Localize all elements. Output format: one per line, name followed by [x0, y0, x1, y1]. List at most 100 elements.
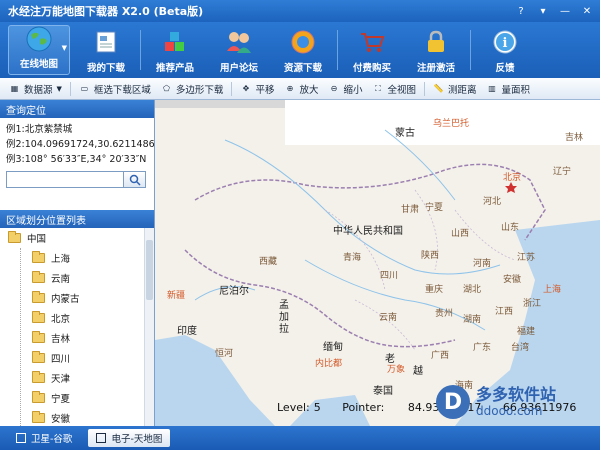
minimize-icon[interactable]: — [556, 3, 574, 19]
map-label-guangdong: 广东 [473, 343, 492, 353]
map-label-guangxi: 广西 [431, 351, 450, 361]
folder-icon [32, 271, 45, 283]
map-label-india: 印度 [177, 326, 197, 337]
svg-text:i: i [503, 36, 508, 51]
toolbar-online-map-button[interactable]: 在线地图 ▼ [8, 25, 70, 75]
toolbar-separator [140, 30, 141, 70]
tree-item[interactable]: 内蒙古 [0, 288, 154, 308]
tree-item-label: 内蒙古 [51, 294, 80, 305]
toolbar-separator [337, 30, 338, 70]
map-label-hunan: 湖南 [463, 315, 482, 325]
map-label-yunnan: 云南 [379, 313, 398, 323]
polygon-icon: ⬠ [162, 84, 170, 93]
info-icon: i [490, 27, 520, 57]
polygon-download-button[interactable]: ⬠ 多边形下载 [156, 79, 229, 99]
zoom-in-button[interactable]: ⊕ 放大 [279, 79, 323, 99]
query-panel-header: 查询定位 [0, 100, 154, 118]
full-view-icon: ⛶ [375, 83, 381, 93]
map-label-fujian: 福建 [517, 327, 536, 337]
tree-item[interactable]: 上海 [0, 248, 154, 268]
measure-area-button[interactable]: ▥ 量面积 [482, 79, 536, 99]
left-panel: 查询定位 例1:北京紫禁城 例2:104.09691724,30.6211486… [0, 100, 161, 426]
tab-label: 卫星-谷歌 [31, 434, 73, 445]
map-label-beijing: 北京 [503, 173, 522, 183]
map-canvas[interactable]: 蒙古 乌兰巴托 中华人民共和国 北京 辽宁 吉林 新疆 尼泊尔 印度 孟加拉 缅… [155, 100, 600, 426]
full-view-label: 全视图 [387, 84, 416, 96]
toolbar-feedback-button[interactable]: i 反馈 [473, 22, 537, 78]
map-label-zhejiang: 浙江 [523, 299, 542, 309]
folder-icon [32, 291, 45, 303]
measure-distance-label: 测距离 [448, 84, 477, 96]
chevron-down-icon[interactable]: ▼ [62, 44, 67, 52]
ie-globe-icon [288, 27, 318, 57]
pan-label: 平移 [255, 84, 275, 96]
map-label-henan: 河南 [473, 259, 492, 269]
map-label-hebei: 河北 [483, 197, 502, 207]
zoom-out-button[interactable]: ⊖ 缩小 [323, 79, 367, 99]
tab-satellite-google[interactable]: 卫星-谷歌 [8, 429, 80, 447]
map-label-gansu: 甘肃 [401, 205, 420, 215]
close-icon[interactable]: ✕ [578, 3, 596, 19]
pan-button[interactable]: ✥ 平移 [235, 79, 279, 99]
tree-item-china[interactable]: 中国 [0, 228, 154, 248]
toolbar-recommended-button[interactable]: 推荐产品 [143, 22, 207, 78]
location-search-input[interactable] [6, 171, 124, 188]
map-toolbar: ▦ 数据源 ▼ ▭ 框选下载区域 ⬠ 多边形下载 ✥ 平移 ⊕ 放大 ⊖ 缩小 … [0, 78, 600, 100]
query-example-1: 例1:北京紫禁城 [6, 124, 73, 135]
toolbar-separator [231, 81, 233, 96]
globe-icon [24, 25, 54, 53]
toolbar-purchase-button[interactable]: 付费购买 [340, 22, 404, 78]
tree-item[interactable]: 天津 [0, 368, 154, 388]
scrollbar-thumb[interactable] [146, 240, 153, 300]
measure-area-label: 量面积 [501, 84, 531, 96]
tree-item[interactable]: 云南 [0, 268, 154, 288]
toolbar-my-downloads-label: 我的下载 [86, 63, 125, 74]
help-icon[interactable]: ? [512, 3, 530, 19]
tab-label: 电子-天地图 [111, 434, 163, 445]
folder-icon [32, 311, 45, 323]
area-icon: ▥ [488, 84, 496, 93]
search-button[interactable] [124, 171, 146, 188]
toolbar-forum-button[interactable]: 用户论坛 [207, 22, 271, 78]
tab-electronic-tianditu[interactable]: 电子-天地图 [88, 429, 171, 447]
datasource-dropdown[interactable]: ▦ 数据源 ▼ [4, 79, 67, 99]
tree-item-label: 上海 [51, 254, 71, 265]
zoom-in-label: 放大 [299, 84, 319, 96]
map-label-bangladesh: 孟加拉 [279, 300, 289, 335]
folder-icon [32, 371, 45, 383]
tree-item[interactable]: 北京 [0, 308, 154, 328]
toolbar-resources-label: 资源下载 [283, 63, 322, 74]
tree-item-label: 北京 [51, 314, 71, 325]
datasource-label: 数据源 [24, 84, 53, 96]
query-example-3: 例3:108° 56′33″E,34° 20′33″N [6, 154, 147, 165]
tree-item-label: 安徽 [51, 414, 71, 425]
measure-distance-button[interactable]: 📏 测距离 [428, 79, 482, 99]
window-title: 水经注万能地图下载器 X2.0 (Beta版) [8, 5, 204, 18]
toolbar-feedback-label: 反馈 [495, 63, 515, 74]
tree-item[interactable]: 吉林 [0, 328, 154, 348]
folder-icon [32, 351, 45, 363]
full-view-button[interactable]: ⛶ 全视图 [367, 79, 421, 99]
tree-item[interactable]: 安徽 [0, 408, 154, 426]
tree-item[interactable]: 四川 [0, 348, 154, 368]
map-label-xinjiang: 新疆 [167, 291, 186, 301]
rect-download-button[interactable]: ▭ 框选下载区域 [74, 79, 156, 99]
toolbar-my-downloads-button[interactable]: 我的下载 [74, 22, 138, 78]
map-label-hubei: 湖北 [463, 285, 482, 295]
hand-icon: ✥ [242, 84, 250, 93]
toolbar-resources-button[interactable]: 资源下载 [271, 22, 335, 78]
tree-item[interactable]: 宁夏 [0, 388, 154, 408]
map-label-tibet: 西藏 [259, 257, 278, 267]
map-label-anhui: 安徽 [503, 275, 522, 285]
tree-item-label: 天津 [51, 374, 71, 385]
search-row [6, 171, 148, 188]
toolbar-register-button[interactable]: 注册激活 [404, 22, 468, 78]
map-label-china: 中华人民共和国 [333, 226, 403, 237]
level-label: Level: 5 [277, 401, 321, 414]
menu-icon[interactable]: ▾ [534, 3, 552, 19]
pointer-key: Pointer: [342, 401, 385, 414]
users-icon [224, 27, 254, 57]
tree-scrollbar[interactable] [144, 228, 154, 426]
ruler-icon: 📏 [433, 84, 444, 93]
rect-download-label: 框选下载区域 [93, 84, 151, 96]
